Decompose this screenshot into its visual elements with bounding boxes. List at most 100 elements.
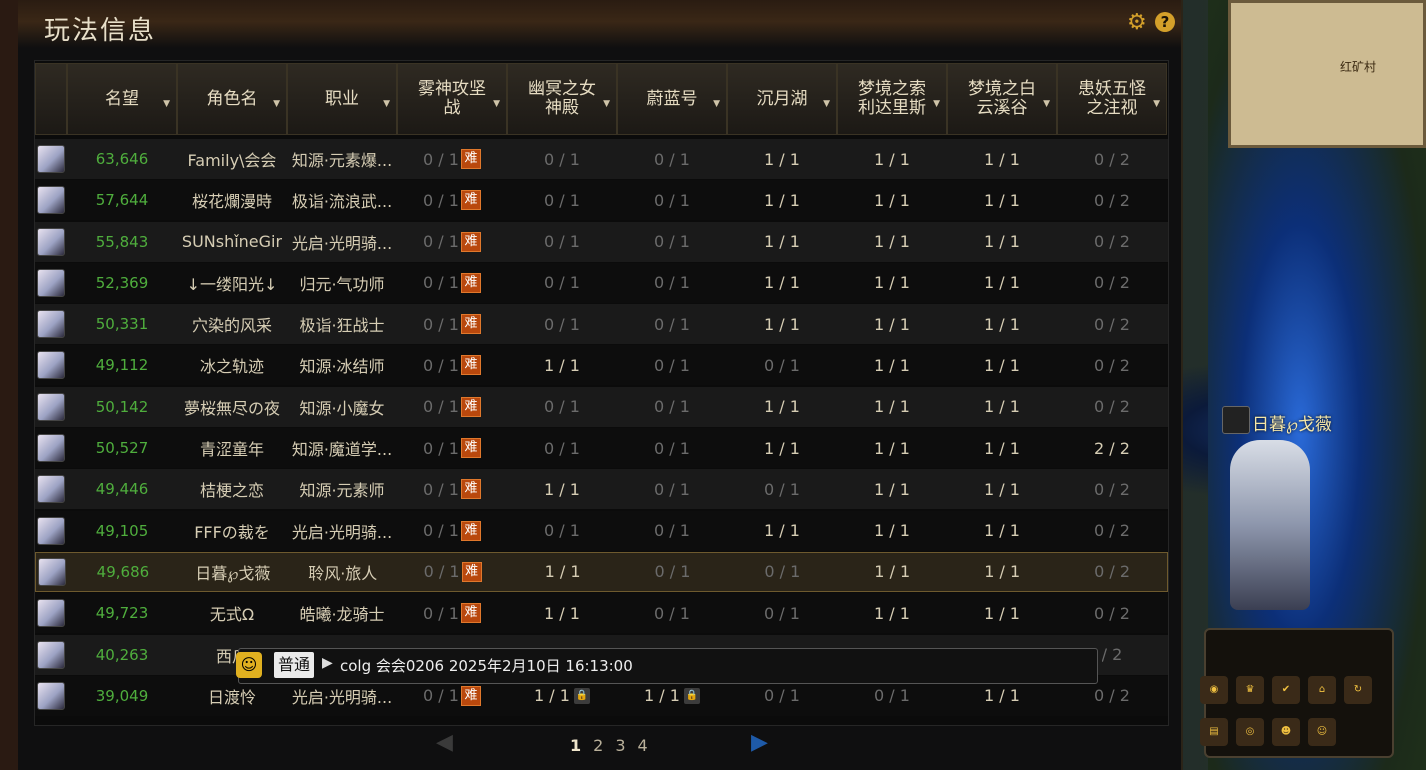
clear-count-c2: 1 / 1 [507, 593, 617, 633]
clear-count-c7: 0 / 2 [1057, 469, 1167, 509]
special-icon[interactable]: ↻ [1344, 676, 1372, 704]
fame-value: 49,723 [67, 593, 177, 633]
checklist-icon[interactable]: ✔ [1272, 676, 1300, 704]
clear-count-c7: 0 / 2 [1057, 593, 1167, 633]
book-icon[interactable]: ▤ [1200, 718, 1228, 746]
clear-count-c4-text: 0 / 1 [764, 686, 800, 706]
clear-count-c7-text: 0 / 2 [1094, 314, 1130, 334]
chat-emoji-icon[interactable]: ☺ [236, 652, 262, 678]
clear-count-c1: 0 / 1难 [397, 387, 507, 427]
clear-count-c1-text: 0 / 1 [423, 479, 459, 499]
prev-page-icon[interactable]: ◀ [436, 730, 453, 755]
clear-count-c7-text: 0 / 2 [1094, 355, 1130, 375]
hard-mode-badge: 难 [460, 438, 481, 459]
sort-caret-icon[interactable]: ▼ [383, 95, 390, 114]
job-name: 知源·元素爆... [287, 139, 397, 179]
clear-count-c5: 1 / 1 [837, 387, 947, 427]
table-row[interactable]: 50,527 青涩童年 知源·魔道学... 0 / 1难0 / 10 / 11 / 1… [35, 428, 1168, 469]
crown-icon[interactable]: ♛ [1236, 676, 1264, 704]
table-row[interactable]: 49,723 无式Ω 皓曦·龙骑士 0 / 1难1 / 10 / 10 / 11 / … [35, 593, 1168, 634]
clear-count-c4-text: 0 / 1 [764, 355, 800, 375]
clear-count-c4: 0 / 1 [727, 345, 837, 385]
minimap-location-label: 红矿村 [1340, 60, 1377, 74]
clear-count-c2: 0 / 1 [507, 304, 617, 344]
column-header-7[interactable]: 沉月湖 ▼ [727, 63, 837, 135]
character-name: Family\会会 [177, 139, 287, 179]
sort-caret-icon[interactable]: ▼ [933, 95, 940, 114]
character-name: 青涩童年 [177, 428, 287, 468]
table-row[interactable]: 49,105 FFFの裁を 光启·光明骑... 0 / 1难0 / 10 / 11 /… [35, 510, 1168, 551]
next-page-icon[interactable]: ▶ [751, 730, 768, 755]
sort-caret-icon[interactable]: ▼ [163, 95, 170, 114]
fame-value: 49,112 [67, 345, 177, 385]
clear-count-c2-text: 1 / 1 [544, 603, 580, 623]
column-header-9[interactable]: 梦境之白云溪谷 ▼ [947, 63, 1057, 135]
clear-count-c7-text: 0 / 2 [1094, 190, 1130, 210]
clear-count-c2-text: 0 / 1 [544, 521, 580, 541]
page-number[interactable]: 1 [570, 736, 581, 755]
fame-value: 49,686 [68, 552, 178, 592]
table-row[interactable]: 49,112 冰之轨迹 知源·冰结师 0 / 1难1 / 10 / 10 / 11 /… [35, 345, 1168, 386]
clear-count-c4-text: 1 / 1 [764, 190, 800, 210]
table-row[interactable]: 49,446 桔梗之恋 知源·元素师 0 / 1难1 / 10 / 10 / 11 /… [35, 469, 1168, 510]
clear-count-c6-text: 1 / 1 [984, 479, 1020, 499]
fame-value: 40,263 [67, 635, 177, 675]
hard-mode-badge: 难 [460, 479, 481, 500]
clear-count-c1-text: 0 / 1 [423, 603, 459, 623]
house-icon[interactable]: ⌂ [1308, 676, 1336, 704]
sort-caret-icon[interactable]: ▼ [1153, 95, 1160, 114]
column-header-2[interactable]: 角色名 ▼ [177, 63, 287, 135]
column-header-10[interactable]: 患妖五怪之注视 ▼ [1057, 63, 1167, 135]
clear-count-c1: 0 / 1难 [397, 180, 507, 220]
table-row[interactable]: 50,142 夢桜無尽の夜 知源·小魔女 0 / 1难0 / 10 / 11 / 11… [35, 386, 1168, 427]
page-number[interactable]: 4 [638, 736, 648, 755]
sort-caret-icon[interactable]: ▼ [713, 95, 720, 114]
sort-caret-icon[interactable]: ▼ [823, 95, 830, 114]
clear-count-c3-text: 0 / 1 [654, 603, 690, 623]
table-row[interactable]: 55,843 SUNshǐneGir 光启·光明骑... 0 / 1难0 / 10 /… [35, 221, 1168, 262]
clear-count-c6: 1 / 1 [947, 222, 1057, 262]
avatar [37, 310, 65, 339]
sort-caret-icon[interactable]: ▼ [273, 95, 280, 114]
guild-icon[interactable]: ◎ [1236, 718, 1264, 746]
page-number[interactable]: 2 [593, 736, 603, 755]
gear-icon[interactable]: ⚙ [1127, 12, 1149, 34]
table-row[interactable]: 52,369 ↓一缕阳光↓ 归元·气功师 0 / 1难0 / 10 / 11 / 11… [35, 262, 1168, 303]
column-header-6[interactable]: 蔚蓝号 ▼ [617, 63, 727, 135]
minimap[interactable] [1228, 0, 1426, 148]
help-icon[interactable]: ? [1155, 12, 1175, 32]
pet-icon[interactable]: ☻ [1272, 718, 1300, 746]
event-icon[interactable]: ◉ [1200, 676, 1228, 704]
clear-count-c3-text: 0 / 1 [654, 562, 691, 582]
friend-icon[interactable]: ☺ [1308, 718, 1336, 746]
clear-count-c4-text: 1 / 1 [764, 438, 800, 458]
character-name-text: 夢桜無尽の夜 [183, 398, 280, 418]
clear-count-c1-text: 0 / 1 [423, 273, 459, 293]
clear-count-c5: 1 / 1 [837, 139, 947, 179]
clear-count-c1-text: 0 / 1 [423, 521, 459, 541]
clear-count-c2: 1 / 1 [507, 469, 617, 509]
chat-channel-label[interactable]: 普通 [274, 652, 315, 678]
table-row[interactable]: 63,646 Family\会会 知源·元素爆... 0 / 1难0 / 10 / 1… [35, 139, 1168, 179]
table-row[interactable]: 49,686 日暮℘戈薇 聆风·旅人 0 / 1难1 / 10 / 10 / 11 /… [35, 551, 1168, 592]
player-character-sprite [1230, 440, 1310, 610]
column-header-1[interactable]: 名望 ▼ [67, 63, 177, 135]
table-row[interactable]: 57,644 桜花爛漫時 极诣·流浪武... 0 / 1难0 / 10 / 11 / … [35, 180, 1168, 221]
column-header-4[interactable]: 雾神攻坚战 ▼ [397, 63, 507, 135]
clear-count-c7-text: 0 / 2 [1094, 686, 1130, 706]
column-header-3[interactable]: 职业 ▼ [287, 63, 397, 135]
hard-mode-badge: 难 [460, 272, 481, 293]
column-header-8[interactable]: 梦境之索利达里斯 ▼ [837, 63, 947, 135]
table-row[interactable]: 50,331 穴染的风采 极诣·狂战士 0 / 1难0 / 10 / 11 / 11 … [35, 304, 1168, 345]
hard-mode-badge: 难 [460, 149, 481, 169]
sort-caret-icon[interactable]: ▼ [1043, 95, 1050, 114]
avatar-cell [35, 304, 67, 344]
sort-caret-icon[interactable]: ▼ [603, 95, 610, 114]
clear-count-c5: 1 / 1 [837, 469, 947, 509]
page-number[interactable]: 3 [615, 736, 625, 755]
sort-caret-icon[interactable]: ▼ [493, 95, 500, 114]
clear-count-c6-text: 1 / 1 [984, 686, 1020, 706]
clear-count-c5: 1 / 1 [837, 304, 947, 344]
clear-count-c2-text: 0 / 1 [544, 232, 580, 252]
column-header-5[interactable]: 幽冥之女神殿 ▼ [507, 63, 617, 135]
